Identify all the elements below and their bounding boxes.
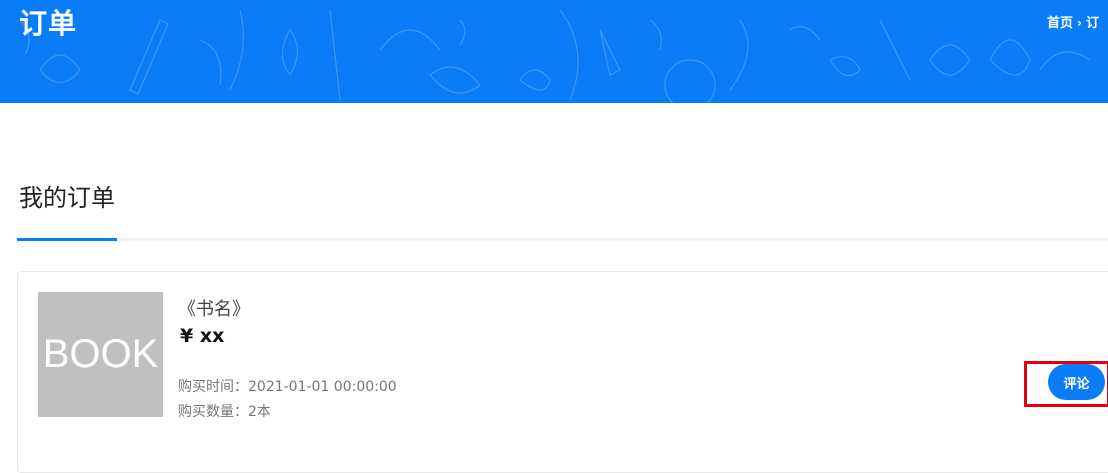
order-price: ¥ xx — [180, 325, 225, 347]
section-divider-accent — [17, 238, 117, 241]
purchase-quantity: 购买数量：2本 — [178, 404, 271, 420]
purchase-time: 购买时间：2021-01-01 00:00:00 — [178, 379, 397, 395]
book-cover-image: BOOK — [38, 292, 163, 417]
book-name: 《书名》 — [178, 299, 250, 320]
chevron-right-icon: › — [1077, 16, 1082, 30]
breadcrumb-current: 订 — [1085, 16, 1099, 31]
breadcrumb-home-link[interactable]: 首页 — [1047, 16, 1073, 31]
header-banner: 订单 首页 › 订 — [0, 0, 1108, 103]
book-cover-text: BOOK — [42, 332, 159, 376]
food-pattern-background — [19, 9, 1091, 103]
section-title: 我的订单 — [19, 184, 115, 212]
breadcrumb: 首页 › 订 — [1047, 12, 1099, 31]
page-title: 订单 — [19, 7, 78, 40]
comment-button[interactable]: 评论 — [1048, 364, 1105, 400]
section-divider — [17, 238, 1108, 241]
